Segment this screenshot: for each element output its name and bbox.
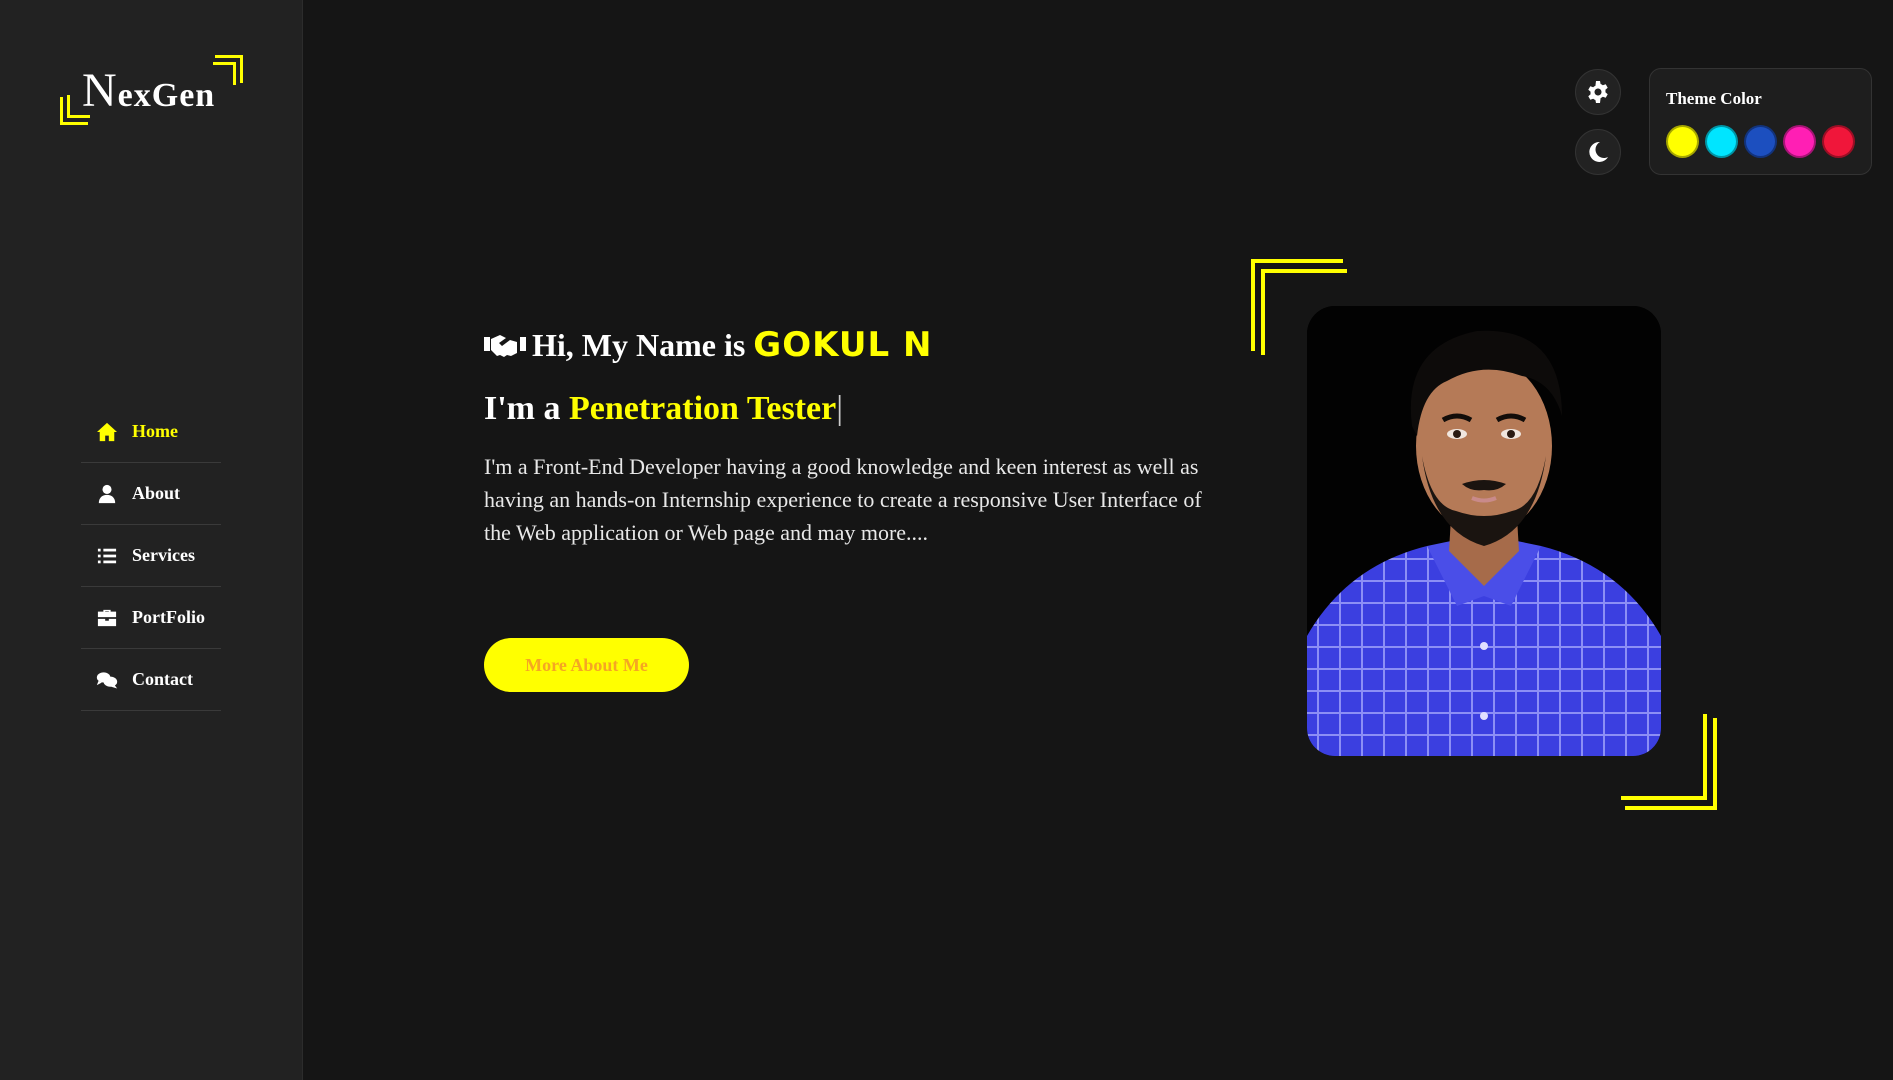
theme-color-panel: Theme Color	[1649, 68, 1872, 175]
list-icon	[97, 548, 117, 563]
hero-description: I'm a Front-End Developer having a good …	[484, 454, 1202, 545]
theme-color-title: Theme Color	[1666, 89, 1762, 108]
hero-section: Hi, My Name is GOKUL N I'm a Penetration…	[484, 325, 1224, 549]
swatch-cyan[interactable]	[1705, 125, 1738, 158]
logo[interactable]: NexGen	[60, 55, 243, 125]
swatch-red[interactable]	[1822, 125, 1855, 158]
nav-item-home[interactable]: Home	[81, 401, 221, 463]
profile-photo-frame	[1251, 259, 1717, 810]
nav-item-contact[interactable]: Contact	[81, 649, 221, 711]
gear-icon	[1588, 81, 1608, 103]
sidebar: NexGen Home About Services PortFolio Con…	[0, 0, 303, 1080]
nav-item-services[interactable]: Services	[81, 525, 221, 587]
nav-item-label: Home	[132, 421, 178, 441]
home-icon	[97, 422, 117, 441]
role-prefix: I'm a	[484, 390, 561, 427]
nav-item-label: Services	[132, 545, 195, 565]
nav-item-label: PortFolio	[132, 607, 205, 627]
comments-icon	[96, 671, 118, 688]
profile-photo	[1307, 306, 1661, 756]
handshake-icon	[484, 335, 526, 357]
nav-item-label: About	[132, 483, 181, 503]
user-icon	[98, 484, 116, 503]
more-about-me-button[interactable]: More About Me	[484, 638, 689, 692]
role-typed-text: Penetration Tester	[569, 390, 837, 427]
nav-item-about[interactable]: About	[81, 463, 221, 525]
hero-name: GOKUL N	[753, 325, 933, 365]
typing-cursor: |	[836, 390, 844, 427]
swatch-pink[interactable]	[1783, 125, 1816, 158]
main-nav: Home About Services PortFolio Contact	[81, 401, 221, 711]
moon-icon	[1589, 141, 1608, 162]
nav-item-label: Contact	[132, 669, 193, 689]
briefcase-icon	[97, 609, 117, 626]
settings-button[interactable]	[1575, 69, 1621, 115]
greeting-heading: Hi, My Name is GOKUL N	[484, 325, 1224, 365]
greeting-text: Hi, My Name is	[532, 326, 746, 363]
logo-corner-top-right	[213, 55, 243, 85]
nav-item-portfolio[interactable]: PortFolio	[81, 587, 221, 649]
swatch-blue[interactable]	[1744, 125, 1777, 158]
logo-text: NexGen	[82, 64, 216, 117]
swatch-yellow[interactable]	[1666, 125, 1699, 158]
role-heading: I'm a Penetration Tester|	[484, 390, 1224, 428]
dark-mode-toggle[interactable]	[1575, 129, 1621, 175]
theme-swatches	[1666, 125, 1855, 158]
